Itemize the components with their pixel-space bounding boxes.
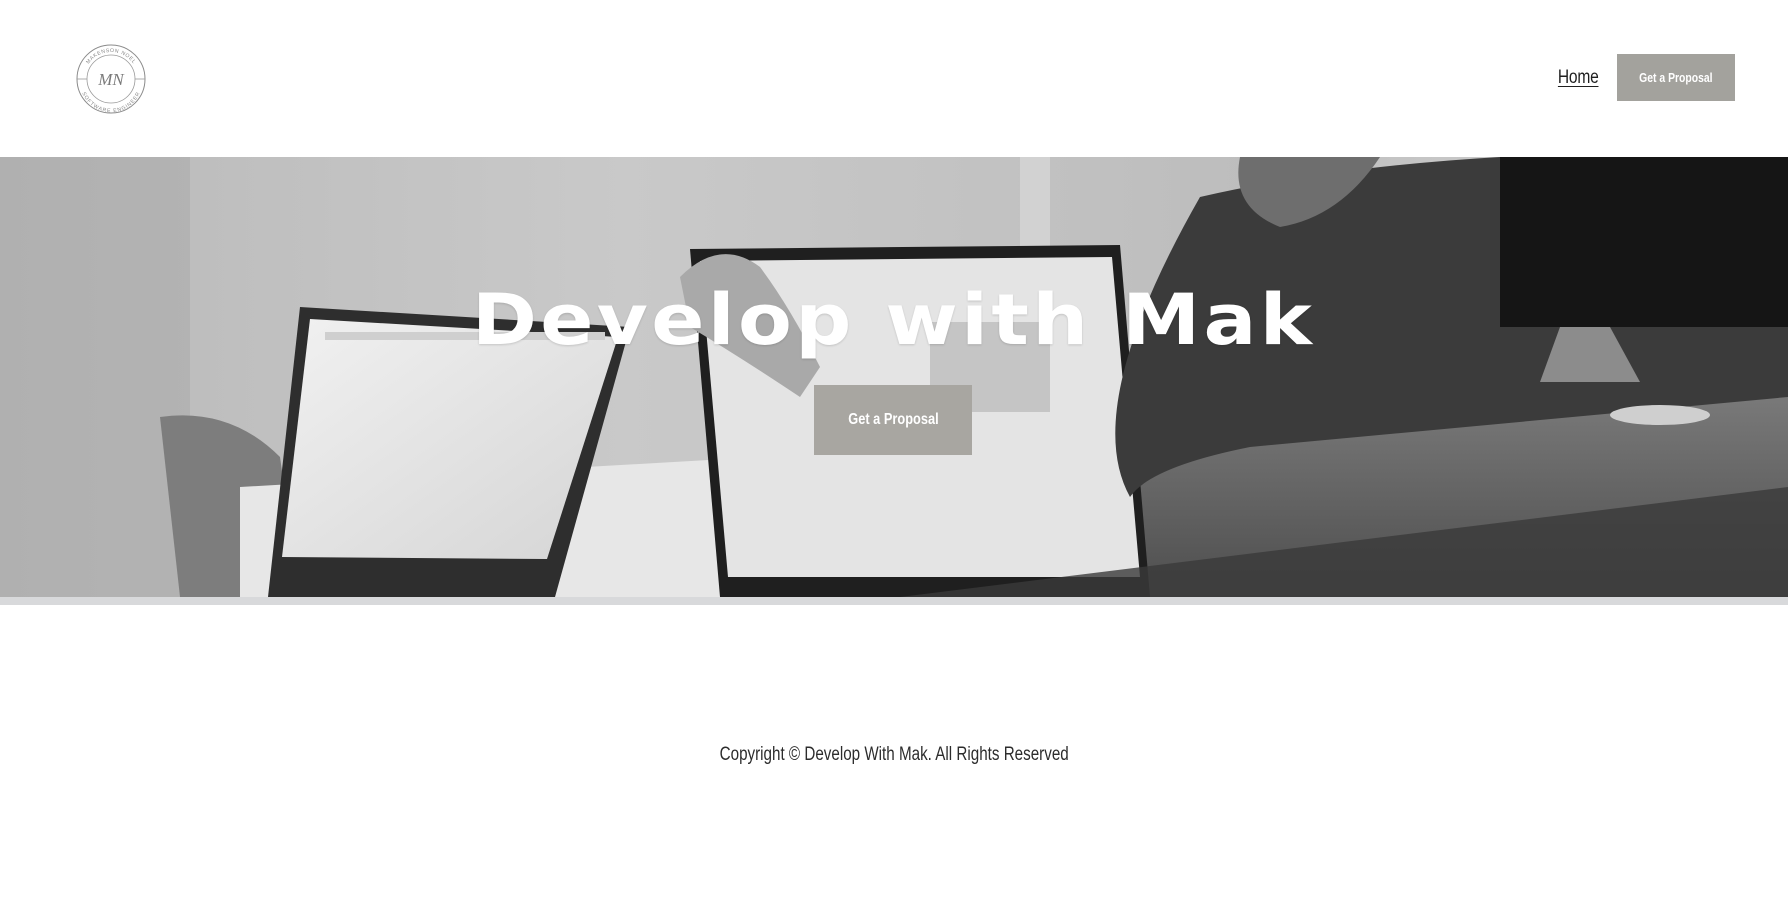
hero-get-proposal-label: Get a Proposal (847, 411, 939, 428)
section-divider (0, 597, 1788, 605)
site-header: MAKENSON NOEL SOFTWARE ENGINEER MN Home … (0, 0, 1788, 157)
nav-link-home[interactable]: Home (1557, 67, 1598, 89)
hero-get-proposal-button[interactable]: Get a Proposal (814, 385, 972, 455)
header-get-proposal-label: Get a Proposal (1639, 70, 1713, 85)
header-get-proposal-button[interactable]: Get a Proposal (1617, 54, 1735, 101)
copyright-text: Copyright © Develop With Mak. All Rights… (719, 744, 1069, 765)
footer-copyright: Copyright © Develop With Mak. All Rights… (0, 744, 1788, 766)
hero-background-image (0, 157, 1788, 597)
site-logo[interactable]: MAKENSON NOEL SOFTWARE ENGINEER MN (75, 43, 147, 115)
logo-monogram: MN (97, 70, 125, 89)
hero-title: Develop with Mak (472, 279, 1316, 361)
hero-section: Develop with Mak Get a Proposal (0, 157, 1788, 597)
monogram-logo-icon: MAKENSON NOEL SOFTWARE ENGINEER MN (76, 44, 146, 114)
main-nav: Home Get a Proposal (1549, 54, 1735, 101)
